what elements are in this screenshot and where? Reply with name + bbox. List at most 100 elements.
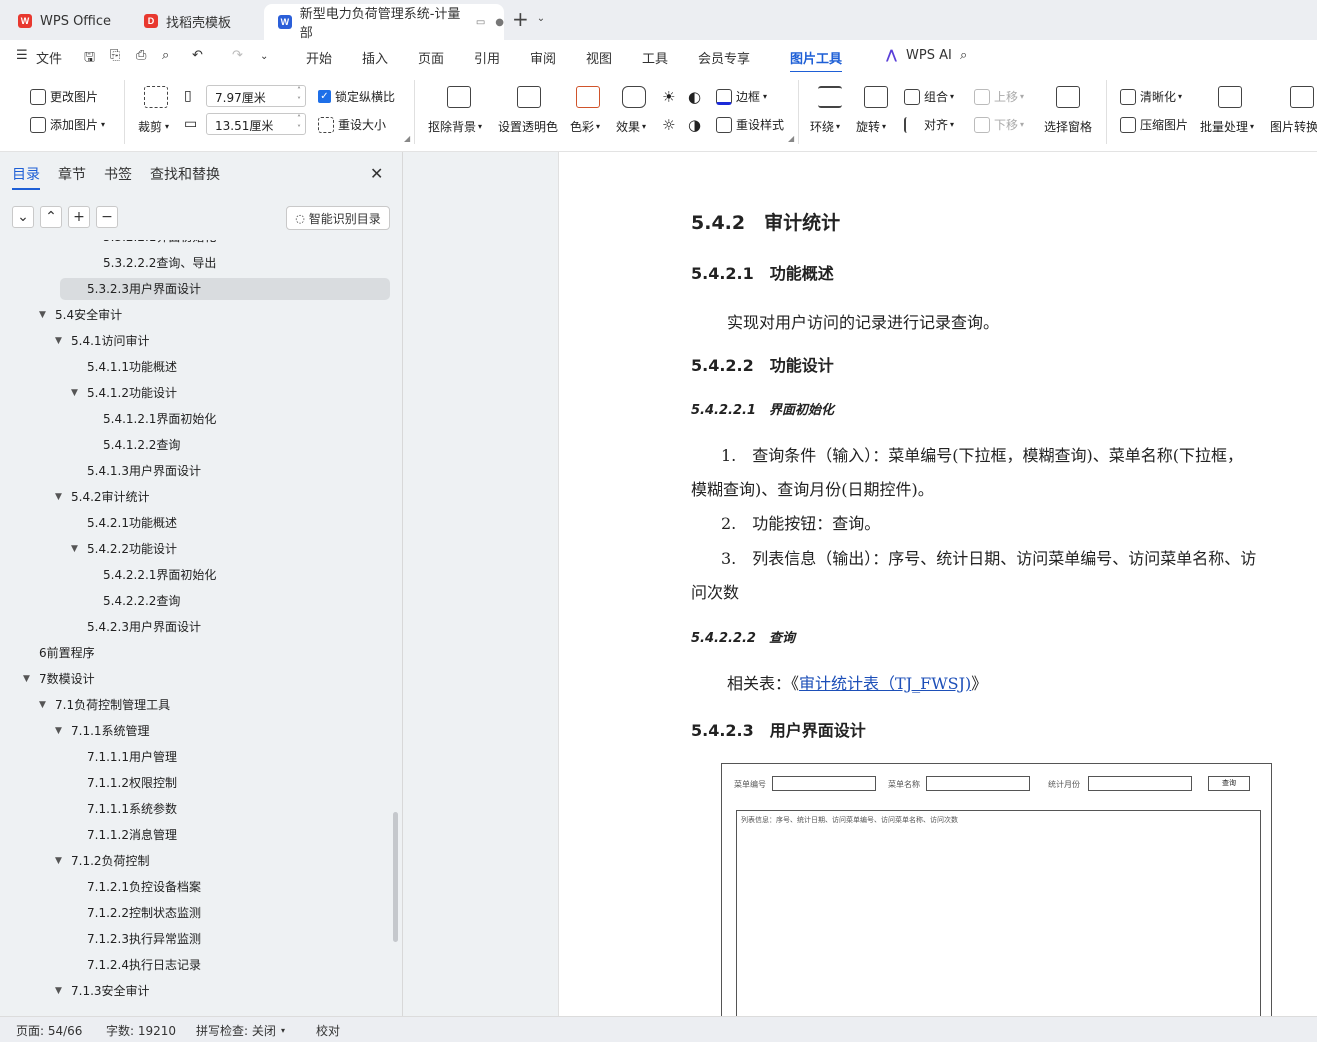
rotate-button[interactable]: 旋转 ▾ (856, 118, 886, 135)
remove-background-button[interactable]: 抠除背景 ▾ (428, 118, 482, 135)
print-preview-icon[interactable]: ⌕ (162, 48, 169, 63)
toc-item[interactable]: 7.1.1.2消息管理 (87, 824, 177, 846)
dialog-launcher-icon[interactable]: ◢ (404, 134, 410, 143)
spell-check-status[interactable]: 拼写检查: 关闭 (196, 1022, 276, 1039)
color-button[interactable]: 色彩 ▾ (570, 118, 600, 135)
menu-file[interactable]: 文件 (36, 48, 62, 67)
stepper-icon[interactable]: ˄ ˅ (297, 86, 301, 106)
expand-down-icon[interactable]: ⌄ (12, 206, 34, 228)
tab-wps-office[interactable]: W WPS Office (4, 6, 124, 36)
selection-pane-button[interactable]: 选择窗格 (1044, 118, 1092, 135)
word-count[interactable]: 字数: 19210 (106, 1022, 176, 1039)
group-button[interactable]: 组合 ▾ (904, 88, 954, 105)
toc-item[interactable]: 5.4.2.2.2查询 (103, 590, 180, 612)
toc-item[interactable]: 5.3.2.2.1界面初始化 (103, 240, 216, 248)
wrap-button[interactable]: 环绕 ▾ (810, 118, 840, 135)
toc-item[interactable]: ▼ 7.1负荷控制管理工具 (39, 694, 170, 716)
toc-item[interactable]: 5.4.1.3用户界面设计 (87, 460, 201, 482)
toc-item[interactable]: 7.1.1.1用户管理 (87, 746, 177, 768)
toc-item[interactable]: ▼ 5.4.1.2功能设计 (71, 382, 177, 404)
toc-item[interactable]: 7.1.1.2权限控制 (87, 772, 177, 794)
stepper-icon[interactable]: ˄ ˅ (297, 114, 301, 134)
expand-arrow-icon[interactable]: ▼ (55, 330, 62, 352)
tab-find-replace[interactable]: 查找和替换 (150, 164, 220, 184)
hamburger-icon[interactable]: ☰ (16, 48, 28, 63)
expand-arrow-icon[interactable]: ▼ (39, 304, 46, 326)
expand-arrow-icon[interactable]: ▼ (71, 538, 78, 560)
brightness-decrease-icon[interactable]: ☼ (662, 116, 675, 134)
toc-item[interactable]: ▼ 7.1.1系统管理 (55, 720, 150, 742)
collapse-up-icon[interactable]: ⌃ (40, 206, 62, 228)
toc-item[interactable]: 7.1.2.2控制状态监测 (87, 902, 201, 924)
add-image-button[interactable]: 添加图片 ▾ (30, 116, 105, 133)
expand-arrow-icon[interactable]: ▼ (23, 668, 30, 690)
tab-bookmarks[interactable]: 书签 (104, 164, 132, 184)
image-convert-button[interactable]: 图片转换 (1270, 118, 1317, 135)
toc-item[interactable]: 7.1.1.1系统参数 (87, 798, 177, 820)
contrast-icon[interactable]: ◐ (688, 88, 701, 106)
reset-size-button[interactable]: 重设大小 (318, 116, 386, 133)
print-icon[interactable]: ⎙ (136, 48, 146, 63)
clarify-button[interactable]: 清晰化 ▾ (1120, 88, 1182, 105)
toc-item[interactable]: 5.4.1.1功能概述 (87, 356, 177, 378)
toc-item[interactable]: ▼ 7数模设计 (23, 668, 95, 690)
toc-item[interactable]: 5.4.2.1功能概述 (87, 512, 177, 534)
toc-item[interactable]: 6前置程序 (39, 642, 95, 664)
toc-item[interactable]: 5.4.2.3用户界面设计 (87, 616, 201, 638)
toc-item[interactable]: 7.1.2.3执行异常监测 (87, 928, 201, 950)
quick-access-chevron-icon[interactable]: ⌄ (260, 51, 268, 62)
save-icon[interactable]: 🖫 (84, 48, 95, 70)
tab-chapters[interactable]: 章节 (58, 164, 86, 184)
change-image-button[interactable]: 更改图片 (30, 88, 98, 105)
toc-item[interactable]: ▼ 5.4安全审计 (39, 304, 122, 326)
toc-item[interactable]: 5.4.1.2.1界面初始化 (103, 408, 216, 430)
tab-list-chevron-icon[interactable]: ⌄ (537, 10, 545, 28)
menu-member[interactable]: 会员专享 (698, 48, 750, 67)
expand-arrow-icon[interactable]: ▼ (71, 382, 78, 404)
expand-arrow-icon[interactable]: ▼ (55, 720, 62, 742)
undo-icon[interactable]: ↶ (192, 48, 203, 63)
menu-review[interactable]: 审阅 (530, 48, 556, 67)
toc-item[interactable]: 7.1.2.4执行日志记录 (87, 954, 201, 976)
tab-document[interactable]: W 新型电力负荷管理系统-计量部 ▭ ● (264, 4, 504, 41)
unsaved-dot-icon[interactable]: ● (495, 17, 504, 28)
height-field[interactable]: 13.51厘米 ˄ ˅ (206, 113, 306, 135)
reset-style-button[interactable]: 重设样式 (716, 116, 784, 133)
toc-item[interactable]: 5.4.2.2.1界面初始化 (103, 564, 216, 586)
contrast-decrease-icon[interactable]: ◑ (688, 116, 701, 134)
align-button[interactable]: 对齐 ▾ (904, 116, 954, 133)
ui-mockup-image[interactable]: 菜单编号 菜单名称 统计月份 查询 列表信息：序号、统计日期、访问菜单编号、访问… (721, 763, 1272, 1016)
remove-heading-icon[interactable]: − (96, 206, 118, 228)
toc-item[interactable]: 7.1.2.1负控设备档案 (87, 876, 201, 898)
related-table-link[interactable]: 审计统计表（TJ_FWSJ) (799, 674, 971, 693)
effects-button[interactable]: 效果 ▾ (616, 118, 646, 135)
toc-item[interactable]: ▼ 7.1.3安全审计 (55, 980, 150, 1002)
export-icon[interactable]: ⎘ (110, 48, 120, 63)
menu-page[interactable]: 页面 (418, 48, 444, 67)
batch-process-button[interactable]: 批量处理 ▾ (1200, 118, 1254, 135)
set-transparent-button[interactable]: 设置透明色 (498, 118, 558, 135)
tab-template[interactable]: D 找稻壳模板 (130, 6, 260, 36)
smart-toc-button[interactable]: ◌ 智能识别目录 (286, 206, 390, 230)
toc-item[interactable]: ▼ 5.4.2.2功能设计 (71, 538, 177, 560)
close-icon[interactable]: ✕ (370, 164, 383, 183)
menu-tools[interactable]: 工具 (642, 48, 668, 67)
toc-item[interactable]: 5.3.2.2.2查询、导出 (103, 252, 216, 274)
compress-image-button[interactable]: 压缩图片 (1120, 116, 1188, 133)
new-tab-plus-icon[interactable]: + (512, 9, 529, 29)
brightness-increase-icon[interactable]: ☀ (662, 88, 675, 106)
redo-icon[interactable]: ↷ (232, 48, 243, 63)
toc-item[interactable]: ▼ 5.4.1访问审计 (55, 330, 150, 352)
move-down-button[interactable]: 下移 ▾ (974, 116, 1024, 133)
menu-insert[interactable]: 插入 (362, 48, 388, 67)
page-indicator[interactable]: 页面: 54/66 (16, 1022, 82, 1039)
move-up-button[interactable]: 上移 ▾ (974, 88, 1024, 105)
add-heading-icon[interactable]: + (68, 206, 90, 228)
scrollbar-thumb[interactable] (393, 812, 398, 942)
expand-arrow-icon[interactable]: ▼ (39, 694, 46, 716)
expand-arrow-icon[interactable]: ▼ (55, 980, 62, 1002)
toc-item[interactable]: 5.3.2.3用户界面设计 (60, 278, 390, 300)
toc-item[interactable]: ▼ 5.4.2审计统计 (55, 486, 150, 508)
tab-toc[interactable]: 目录 (12, 164, 40, 190)
toc-item[interactable]: ▼ 7.1.2负荷控制 (55, 850, 150, 872)
